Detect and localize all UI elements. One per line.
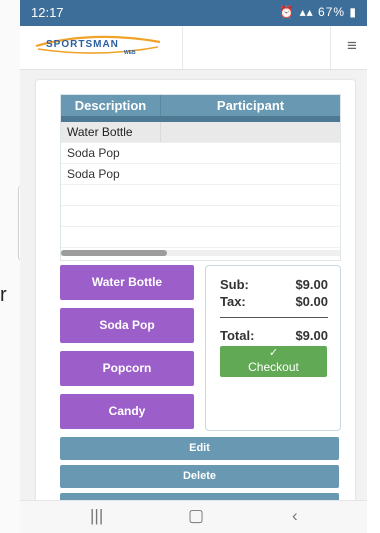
popcorn-button[interactable]: Popcorn [60, 351, 194, 386]
hamburger-icon[interactable]: ≡ [344, 37, 360, 54]
alarm-icon: ⏰ [279, 5, 296, 19]
table-header: Description Participant [61, 95, 340, 116]
signal-icon: ▴▴ [299, 5, 314, 19]
total-label: Total: [220, 328, 255, 343]
order-table: Description Participant Water Bottle Sod… [60, 94, 341, 261]
water-bottle-button[interactable]: Water Bottle [60, 265, 194, 300]
cell-divider [160, 122, 161, 142]
tax-value: $0.00 [295, 294, 328, 309]
logo-subtext: WEB [124, 50, 136, 56]
header-divider [182, 26, 183, 69]
soda-pop-button[interactable]: Soda Pop [60, 308, 194, 343]
scrollbar-thumb[interactable] [61, 250, 167, 256]
subtotal-label: Sub: [220, 277, 249, 292]
check-icon: ✓ [268, 347, 279, 359]
desktop-background: r [0, 0, 23, 533]
subtotal-value: $9.00 [295, 277, 328, 292]
recents-icon[interactable]: ||| [90, 506, 103, 526]
status-bar: 12:17 ⏰ ▴▴ 67% ▮ [20, 0, 367, 26]
tax-label: Tax: [220, 294, 246, 309]
horizontal-scrollbar[interactable] [61, 250, 340, 256]
delete-button[interactable]: Delete [60, 465, 339, 488]
app-header: SPORTSMAN WEB ≡ [20, 26, 367, 70]
header-divider [330, 26, 331, 69]
table-row[interactable]: Soda Pop [61, 143, 340, 164]
table-row-empty [61, 227, 340, 248]
table-row[interactable]: Soda Pop [61, 164, 340, 185]
background-text: r [0, 284, 7, 306]
table-row-empty [61, 185, 340, 206]
home-icon[interactable]: ▢ [188, 506, 204, 526]
checkout-button[interactable]: ✓ Checkout [220, 346, 327, 377]
total-value: $9.00 [295, 328, 328, 343]
table-cell-description: Soda Pop [67, 146, 120, 160]
candy-button[interactable]: Candy [60, 394, 194, 429]
edit-button[interactable]: Edit [60, 437, 339, 460]
column-header-participant[interactable]: Participant [161, 95, 340, 116]
back-icon[interactable]: ‹ [292, 506, 298, 526]
phone-screen: 12:17 ⏰ ▴▴ 67% ▮ SPORTSMAN WEB ≡ Descrip… [20, 0, 367, 533]
status-time: 12:17 [31, 5, 64, 20]
column-header-description[interactable]: Description [61, 95, 161, 116]
order-summary: Sub: $9.00 Tax: $0.00 Total: $9.00 ✓ Che… [205, 265, 341, 431]
sportsman-logo[interactable]: SPORTSMAN WEB [32, 32, 166, 58]
table-row[interactable]: Water Bottle [61, 122, 340, 143]
table-cell-description: Soda Pop [67, 167, 120, 181]
summary-divider [220, 317, 328, 318]
battery-level: 67% [318, 5, 346, 19]
battery-icon: ▮ [349, 5, 357, 19]
pos-panel: Description Participant Water Bottle Sod… [36, 80, 355, 520]
status-icons: ⏰ ▴▴ 67% ▮ [279, 5, 357, 19]
table-cell-description: Water Bottle [67, 125, 133, 139]
checkout-label: Checkout [248, 360, 299, 374]
table-row-empty [61, 206, 340, 227]
logo-text: SPORTSMAN [46, 39, 119, 50]
system-nav-bar: ||| ▢ ‹ [20, 500, 367, 533]
